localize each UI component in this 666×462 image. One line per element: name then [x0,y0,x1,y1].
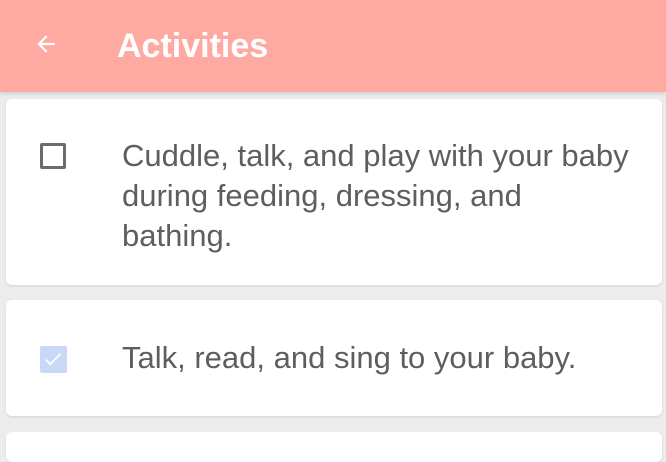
activity-text: Talk, read, and sing to your baby. [122,340,577,375]
activity-card[interactable]: Talk, read, and sing to your baby. [6,300,662,416]
activity-checkbox[interactable] [36,342,70,376]
activity-card[interactable]: Cuddle, talk, and play with your baby du… [6,99,662,285]
activity-checkbox[interactable] [36,139,70,173]
activity-card[interactable] [6,432,662,462]
checkmark-icon [45,353,62,366]
checkbox-checked-icon [39,345,67,373]
app-bar: Activities [0,0,666,92]
arrow-left-icon [37,35,55,53]
back-button[interactable] [24,22,68,66]
activity-text: Cuddle, talk, and play with your baby du… [122,138,629,253]
checkbox-unchecked-icon [40,143,66,169]
page-title: Activities [117,27,269,65]
